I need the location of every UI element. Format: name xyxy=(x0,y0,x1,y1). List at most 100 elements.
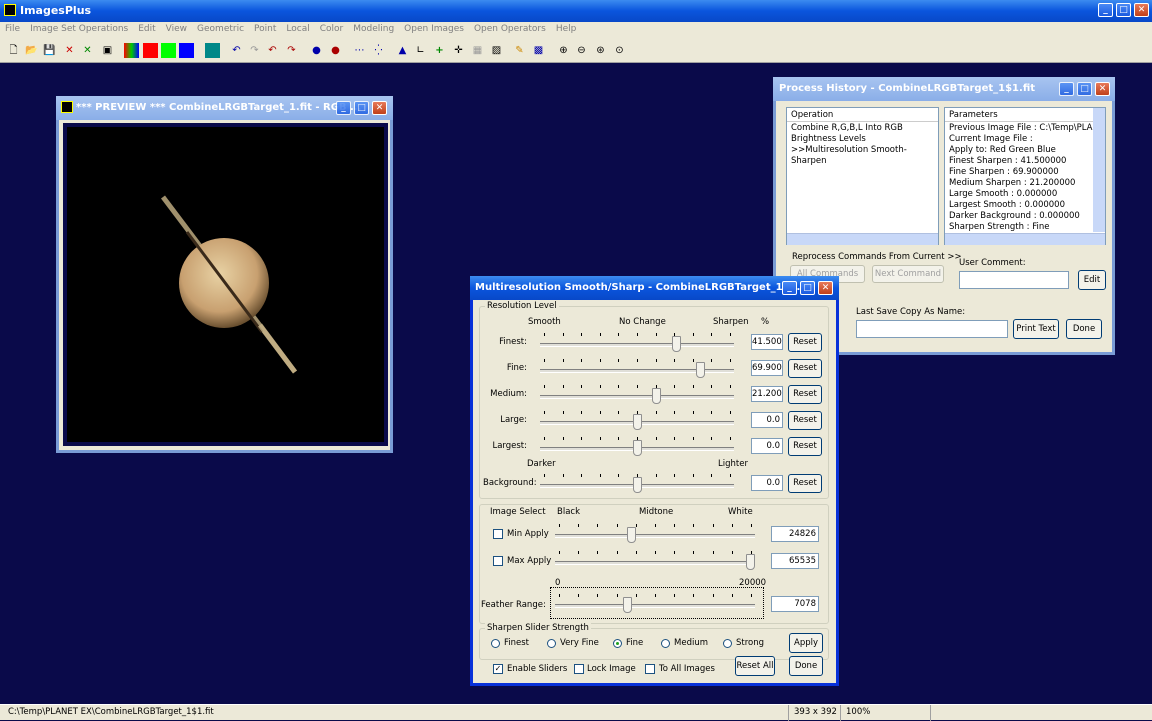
menu-item-image-set-operations[interactable]: Image Set Operations xyxy=(30,24,128,34)
menu-item-local[interactable]: Local xyxy=(286,24,309,34)
level-reset-button-4[interactable]: Reset xyxy=(788,437,822,456)
background-value[interactable]: 0.0 xyxy=(751,475,783,491)
menu-item-view[interactable]: View xyxy=(166,24,187,34)
maximize-icon[interactable]: □ xyxy=(1116,3,1131,17)
level-value-2[interactable]: 21.2000 xyxy=(751,386,783,402)
level-slider-1-thumb[interactable] xyxy=(696,362,706,378)
background-reset-button[interactable]: Reset xyxy=(788,474,822,493)
preview-close-icon[interactable]: ✕ xyxy=(372,101,387,115)
zoom-in-icon[interactable]: ⊕ xyxy=(556,43,571,58)
level-reset-button-0[interactable]: Reset xyxy=(788,333,822,352)
feather-value[interactable]: 7078 xyxy=(771,596,819,612)
operation-item[interactable]: >>Multiresolution Smooth-Sharpen xyxy=(791,145,938,167)
level-slider-2-thumb[interactable] xyxy=(651,388,661,404)
preview-image[interactable] xyxy=(63,123,388,446)
next-command-button[interactable]: Next Command xyxy=(872,265,944,283)
menu-item-open-operators[interactable]: Open Operators xyxy=(474,24,546,34)
scatter-icon[interactable]: ⁛ xyxy=(371,43,386,58)
level-slider-3-thumb[interactable] xyxy=(632,414,642,430)
strength-radio-finest[interactable] xyxy=(491,639,500,648)
user-comment-input[interactable] xyxy=(959,271,1069,289)
level-slider-0-thumb[interactable] xyxy=(672,336,682,352)
operation-item[interactable]: Brightness Levels xyxy=(791,134,938,145)
pattern-icon[interactable]: ▩ xyxy=(531,43,546,58)
apply-button[interactable]: Apply xyxy=(789,633,823,653)
menu-item-file[interactable]: File xyxy=(5,24,20,34)
save-icon[interactable]: 💾 xyxy=(42,43,57,58)
strength-radio-very-fine[interactable] xyxy=(547,639,556,648)
menu-item-point[interactable]: Point xyxy=(254,24,276,34)
reset-all-button[interactable]: Reset All xyxy=(735,656,775,676)
history-maximize-icon[interactable]: □ xyxy=(1077,82,1092,96)
undo-icon[interactable]: ↶ xyxy=(229,43,244,58)
mark-blue-icon[interactable]: ● xyxy=(309,43,324,58)
undo-all-icon[interactable]: ↶ xyxy=(265,43,280,58)
min-apply-value[interactable]: 24826 xyxy=(771,526,819,542)
crosshair-icon[interactable]: ✛ xyxy=(451,43,466,58)
zoom-fit-icon[interactable]: ⊛ xyxy=(593,43,608,58)
menu-item-modeling[interactable]: Modeling xyxy=(353,24,394,34)
max-apply-slider-thumb[interactable] xyxy=(746,554,755,570)
operation-item[interactable]: Combine R,G,B,L Into RGB xyxy=(791,123,938,134)
level-value-4[interactable]: 0.0 xyxy=(751,438,783,454)
msharp-maximize-icon[interactable]: □ xyxy=(800,281,815,295)
menu-item-geometric[interactable]: Geometric xyxy=(197,24,244,34)
close-all-icon[interactable]: ✕ xyxy=(80,43,95,58)
feather-slider-thumb[interactable] xyxy=(622,597,632,613)
enable-sliders-checkbox[interactable]: ✓ xyxy=(493,664,503,674)
strength-radio-strong[interactable] xyxy=(723,639,732,648)
level-value-3[interactable]: 0.0 xyxy=(751,412,783,428)
table-icon[interactable]: ▦ xyxy=(470,43,485,58)
strength-radio-medium[interactable] xyxy=(661,639,670,648)
min-apply-checkbox[interactable] xyxy=(493,529,503,539)
level-reset-button-1[interactable]: Reset xyxy=(788,359,822,378)
level-slider-4-thumb[interactable] xyxy=(632,440,642,456)
level-value-1[interactable]: 69.9000 xyxy=(751,360,783,376)
mark-red-icon[interactable]: ● xyxy=(328,43,343,58)
zoom-reset-icon[interactable]: ⊙ xyxy=(612,43,627,58)
menu-item-help[interactable]: Help xyxy=(556,24,577,34)
add-icon[interactable]: + xyxy=(432,43,447,58)
last-save-input[interactable] xyxy=(856,320,1008,338)
green-channel-icon[interactable] xyxy=(161,43,176,58)
menu-item-color[interactable]: Color xyxy=(320,24,344,34)
msharp-minimize-icon[interactable]: _ xyxy=(782,281,797,295)
rgb-channels-icon[interactable] xyxy=(124,43,139,58)
edit-button[interactable]: Edit xyxy=(1078,270,1106,290)
red-channel-icon[interactable] xyxy=(143,43,158,58)
lock-image-checkbox[interactable] xyxy=(574,664,584,674)
menu-item-edit[interactable]: Edit xyxy=(138,24,155,34)
histogram-icon[interactable]: ▲ xyxy=(395,43,410,58)
min-apply-slider-thumb[interactable] xyxy=(627,527,637,543)
history-close-icon[interactable]: ✕ xyxy=(1095,82,1110,96)
max-apply-value[interactable]: 65535 xyxy=(771,553,819,569)
print-text-button[interactable]: Print Text xyxy=(1013,319,1059,339)
menu-item-open-images[interactable]: Open Images xyxy=(404,24,464,34)
history-done-button[interactable]: Done xyxy=(1066,319,1102,339)
level-value-0[interactable]: 41.5000 xyxy=(751,334,783,350)
close-image-icon[interactable]: ✕ xyxy=(62,43,77,58)
blue-channel-icon[interactable] xyxy=(179,43,194,58)
max-apply-checkbox[interactable] xyxy=(493,556,503,566)
to-all-images-checkbox[interactable] xyxy=(645,664,655,674)
redo-icon[interactable]: ↷ xyxy=(247,43,262,58)
axes-icon[interactable]: ∟ xyxy=(413,43,428,58)
parameters-list[interactable]: Parameters Previous Image File : C:\Temp… xyxy=(944,107,1106,245)
preview-minimize-icon[interactable]: _ xyxy=(336,101,351,115)
dots-icon[interactable]: ⋯ xyxy=(352,43,367,58)
minimize-icon[interactable]: _ xyxy=(1098,3,1113,17)
strength-radio-fine[interactable] xyxy=(613,639,622,648)
new-icon[interactable]: 🗋 xyxy=(6,43,21,58)
open-icon[interactable]: 📂 xyxy=(24,43,39,58)
background-slider-thumb[interactable] xyxy=(632,477,642,493)
preview-maximize-icon[interactable]: □ xyxy=(354,101,369,115)
level-reset-button-2[interactable]: Reset xyxy=(788,385,822,404)
redo-all-icon[interactable]: ↷ xyxy=(284,43,299,58)
close-icon[interactable]: ✕ xyxy=(1134,3,1149,17)
image-icon[interactable]: ▨ xyxy=(489,43,504,58)
parameters-vscroll[interactable] xyxy=(1093,108,1105,232)
operations-hscroll[interactable] xyxy=(787,233,938,245)
level-reset-button-3[interactable]: Reset xyxy=(788,411,822,430)
print-icon[interactable]: ▣ xyxy=(100,43,115,58)
operations-list[interactable]: Operation Combine R,G,B,L Into RGB Bright… xyxy=(786,107,939,245)
